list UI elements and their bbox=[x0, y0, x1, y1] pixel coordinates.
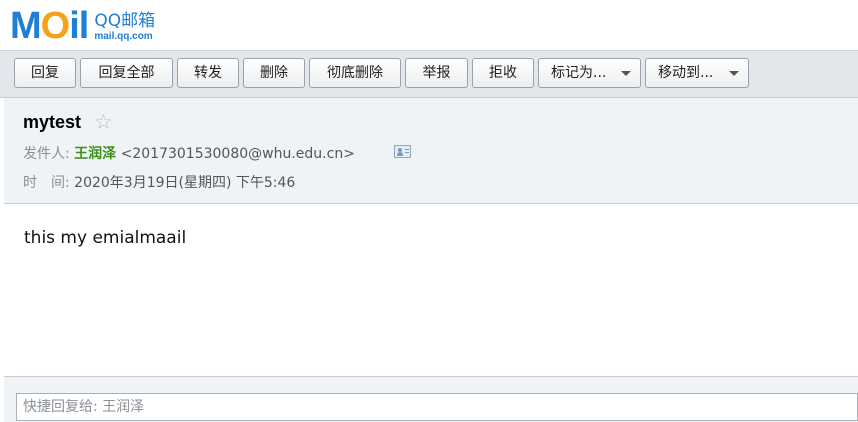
reject-button-label: 拒收 bbox=[489, 65, 517, 81]
report-button-label: 举报 bbox=[422, 65, 451, 81]
move-to-dropdown-label: 移动到... bbox=[658, 65, 714, 81]
from-label: 发件人: bbox=[23, 146, 70, 162]
report-button[interactable]: 举报 bbox=[405, 58, 468, 88]
sender-row: 发件人: 王润泽 <2017301530080@whu.edu.cn> bbox=[23, 143, 355, 163]
time-label: 时 间: bbox=[23, 175, 70, 191]
move-to-dropdown[interactable]: 移动到... bbox=[645, 58, 749, 88]
permanent-delete-button[interactable]: 彻底删除 bbox=[309, 58, 401, 88]
message-header: mytest ☆ 发件人: 王润泽 <2017301530080@whu.edu… bbox=[4, 98, 858, 204]
reply-all-button[interactable]: 回复全部 bbox=[80, 58, 173, 88]
forward-button-label: 转发 bbox=[194, 65, 222, 81]
mail-toolbar: 回复 回复全部 转发 删除 彻底删除 举报 拒收 标记为... 移动到... bbox=[0, 50, 858, 98]
delete-button-label: 删除 bbox=[260, 65, 288, 81]
logo-mark: MOil bbox=[10, 5, 89, 47]
message-body: this my emialmaail bbox=[24, 228, 187, 248]
message-subject: mytest bbox=[23, 112, 82, 132]
time-row: 时 间: 2020年3月19日(星期四) 下午5:46 bbox=[23, 172, 295, 192]
quick-reply-input[interactable]: 快捷回复给: 王润泽 bbox=[16, 393, 858, 421]
logo-letters-il: il bbox=[69, 5, 89, 47]
contact-card-icon[interactable] bbox=[394, 145, 411, 158]
sender-email[interactable]: <2017301530080@whu.edu.cn> bbox=[121, 146, 355, 162]
delete-button[interactable]: 删除 bbox=[243, 58, 305, 88]
logo-letter-m: M bbox=[10, 5, 42, 47]
star-outline-icon[interactable]: ☆ bbox=[94, 110, 113, 134]
chevron-down-icon bbox=[621, 71, 631, 76]
sender-name[interactable]: 王润泽 bbox=[74, 146, 116, 162]
time-value: 2020年3月19日(星期四) 下午5:46 bbox=[74, 175, 296, 191]
mark-as-dropdown-label: 标记为... bbox=[551, 65, 607, 81]
permanent-delete-button-label: 彻底删除 bbox=[327, 65, 383, 81]
reply-button-label: 回复 bbox=[31, 65, 59, 81]
logo-brand: QQ邮箱 bbox=[94, 10, 156, 31]
logo-letter-o: O bbox=[40, 5, 71, 47]
logo-domain: mail.qq.com bbox=[94, 30, 153, 42]
chevron-down-icon bbox=[729, 71, 739, 76]
reply-button[interactable]: 回复 bbox=[14, 58, 76, 88]
reject-button[interactable]: 拒收 bbox=[472, 58, 534, 88]
reply-all-button-label: 回复全部 bbox=[98, 65, 155, 81]
forward-button[interactable]: 转发 bbox=[177, 58, 239, 88]
mark-as-dropdown[interactable]: 标记为... bbox=[538, 58, 641, 88]
logo-text: QQ邮箱 mail.qq.com bbox=[94, 6, 155, 46]
quick-reply-bar: 快捷回复给: 王润泽 bbox=[4, 376, 858, 422]
qq-mail-logo[interactable]: MOil QQ邮箱 mail.qq.com bbox=[10, 6, 155, 46]
